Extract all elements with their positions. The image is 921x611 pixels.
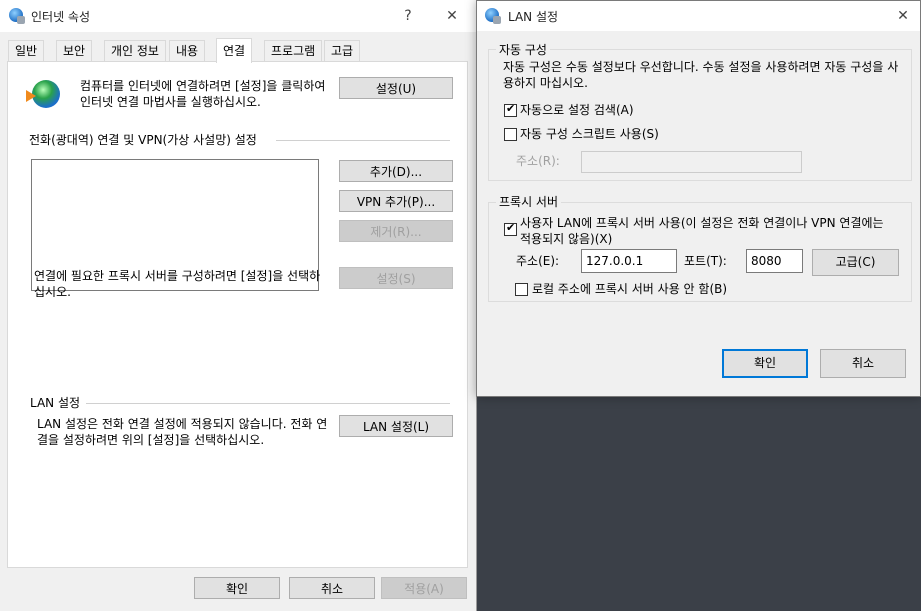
check-icon: ✔ (506, 221, 516, 234)
bypass-local-checkbox[interactable] (515, 283, 528, 296)
lan-divider (86, 403, 450, 404)
tab-content[interactable]: 내용 (169, 40, 206, 61)
use-proxy-label[interactable]: 사용자 LAN에 프록시 서버 사용(이 설정은 전화 연결이나 VPN 연결에… (520, 215, 892, 247)
internet-options-icon-overlay (17, 16, 25, 24)
lan-cancel-button[interactable]: 취소 (820, 349, 906, 378)
lan-description: LAN 설정은 전화 연결 설정에 적용되지 않습니다. 전화 연결을 설정하려… (37, 417, 328, 447)
lan-heading: LAN 설정 (30, 396, 81, 410)
proxy-address-label: 주소(E): (516, 254, 560, 268)
lan-ok-button[interactable]: 확인 (722, 349, 808, 378)
arrow-icon (26, 90, 36, 102)
script-address-label: 주소(R): (516, 154, 560, 168)
lan-dialog-title: LAN 설정 (508, 10, 559, 24)
auto-detect-label[interactable]: 자동으로 설정 검색(A) (520, 102, 634, 118)
tab-advanced[interactable]: 고급 (324, 40, 361, 61)
proxy-description: 연결에 필요한 프록시 서버를 구성하려면 [설정]을 선택하십시오. (34, 269, 321, 299)
help-button[interactable]: ? (396, 4, 420, 28)
proxy-heading: 프록시 서버 (496, 193, 562, 210)
use-proxy-checkbox[interactable]: ✔ (504, 221, 517, 236)
setup-button[interactable]: 설정(U) (339, 77, 453, 99)
check-icon: ✔ (506, 102, 516, 115)
script-address-field[interactable] (581, 151, 802, 173)
window-title: 인터넷 속성 (31, 10, 91, 24)
auto-config-description: 자동 구성은 수동 설정보다 우선합니다. 수동 설정을 사용하려면 자동 구성… (503, 60, 899, 90)
tab-programs[interactable]: 프로그램 (264, 40, 323, 61)
tab-general[interactable]: 일반 (8, 40, 45, 61)
auto-script-checkbox[interactable] (504, 128, 517, 141)
internet-options-window: 인터넷 속성 ? ✕ 일반 보안 개인 정보 내용 연결 프로그램 고급 컴퓨터… (0, 0, 477, 611)
close-button[interactable]: ✕ (440, 4, 464, 28)
auto-config-heading: 자동 구성 (496, 41, 550, 58)
remove-button[interactable]: 제거(R)... (339, 220, 453, 242)
dialup-settings-button[interactable]: 설정(S) (339, 267, 453, 289)
advanced-button[interactable]: 고급(C) (812, 249, 899, 276)
bypass-local-label[interactable]: 로컬 주소에 프록시 서버 사용 안 함(B) (532, 281, 727, 297)
auto-detect-checkbox[interactable]: ✔ (504, 102, 517, 117)
cancel-button[interactable]: 취소 (289, 577, 375, 599)
tab-security[interactable]: 보안 (56, 40, 93, 61)
proxy-port-field[interactable]: 8080 (746, 249, 803, 273)
lan-dialog-icon-overlay (493, 16, 501, 24)
connections-panel: 컴퓨터를 인터넷에 연결하려면 [설정]을 클릭하여 인터넷 연결 마법사를 실… (7, 61, 468, 568)
proxy-address-field[interactable]: 127.0.0.1 (581, 249, 677, 273)
tab-privacy[interactable]: 개인 정보 (104, 40, 166, 61)
apply-button[interactable]: 적용(A) (381, 577, 467, 599)
lan-close-button[interactable]: ✕ (891, 4, 915, 28)
lan-settings-dialog: LAN 설정 ✕ 자동 구성 자동 구성은 수동 설정보다 우선합니다. 수동 … (476, 0, 921, 397)
ok-button[interactable]: 확인 (194, 577, 280, 599)
dialup-divider (276, 140, 450, 141)
internet-options-titlebar: 인터넷 속성 ? ✕ (0, 0, 476, 32)
connection-wizard-icon (32, 80, 60, 108)
lan-dialog-titlebar: LAN 설정 ✕ (477, 1, 920, 31)
auto-script-label[interactable]: 자동 구성 스크립트 사용(S) (520, 126, 659, 142)
lan-settings-button[interactable]: LAN 설정(L) (339, 415, 453, 437)
dialup-heading: 전화(광대역) 연결 및 VPN(가상 사설망) 설정 (29, 133, 257, 147)
tab-connections[interactable]: 연결 (216, 38, 253, 63)
setup-description: 컴퓨터를 인터넷에 연결하려면 [설정]을 클릭하여 인터넷 연결 마법사를 실… (80, 79, 326, 109)
add-vpn-button[interactable]: VPN 추가(P)... (339, 190, 453, 212)
proxy-port-label: 포트(T): (684, 254, 727, 268)
add-button[interactable]: 추가(D)... (339, 160, 453, 182)
